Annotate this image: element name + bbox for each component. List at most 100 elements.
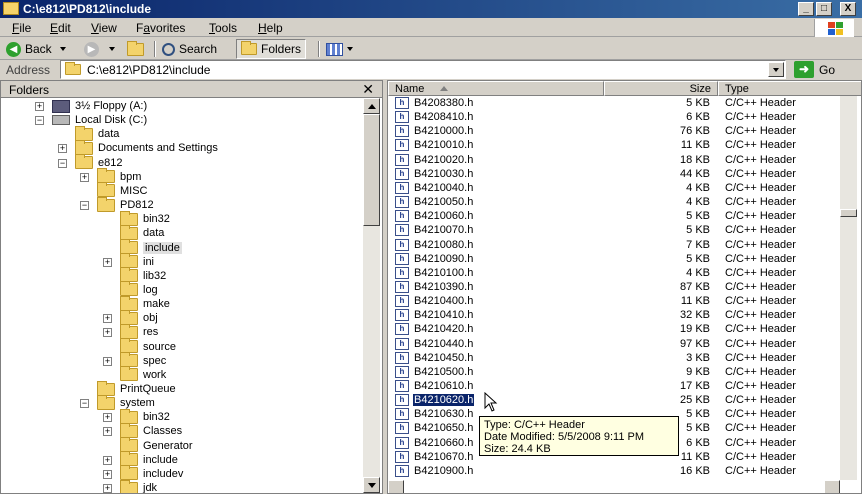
folder-icon xyxy=(120,323,138,339)
expand-button[interactable]: + xyxy=(103,484,112,493)
views-button[interactable] xyxy=(326,39,353,59)
folder-tree-item[interactable]: Local Disk (C:) xyxy=(52,113,147,127)
file-row[interactable]: h B4210420.h 19 KB C/C++ Header xyxy=(388,322,840,336)
expand-button[interactable]: + xyxy=(80,172,89,182)
scroll-left-button[interactable] xyxy=(388,480,404,493)
expand-button[interactable]: + xyxy=(103,257,112,267)
expand-button[interactable]: + xyxy=(103,427,112,437)
file-row[interactable]: h B4210400.h 11 KB C/C++ Header xyxy=(388,294,840,308)
file-list-scrollbar[interactable] xyxy=(840,96,857,480)
file-type: C/C++ Header xyxy=(725,125,796,138)
scroll-down-button[interactable] xyxy=(363,477,380,493)
menu-favorites[interactable]: Favorites xyxy=(136,21,185,35)
folder-tree-item[interactable]: PrintQueue xyxy=(97,380,176,396)
file-row[interactable]: h B4210410.h 32 KB C/C++ Header xyxy=(388,308,840,322)
file-row[interactable]: h B4208380.h 5 KB C/C++ Header xyxy=(388,96,840,110)
expand-button[interactable]: + xyxy=(103,413,112,423)
go-button[interactable]: ➜ Go xyxy=(794,60,835,79)
file-row[interactable]: h B4210070.h 5 KB C/C++ Header xyxy=(388,223,840,237)
collapse-button[interactable]: − xyxy=(35,116,44,126)
file-row[interactable]: h B4210900.h 16 KB C/C++ Header xyxy=(388,464,840,478)
search-button[interactable]: Search xyxy=(162,39,217,59)
back-button[interactable]: ◀ Back xyxy=(6,39,66,59)
file-row[interactable]: h B4210390.h 87 KB C/C++ Header xyxy=(388,280,840,294)
menu-tools[interactable]: Tools xyxy=(209,21,237,35)
file-row[interactable]: h B4210010.h 11 KB C/C++ Header xyxy=(388,138,840,152)
menu-file[interactable]: File xyxy=(12,21,31,35)
folder-tree-label: obj xyxy=(143,312,158,325)
menu-view[interactable]: View xyxy=(91,21,117,35)
folder-tree-label: 3½ Floppy (A:) xyxy=(75,100,148,112)
scroll-thumb[interactable] xyxy=(363,114,380,226)
address-dropdown-button[interactable] xyxy=(768,62,784,77)
file-row[interactable]: h B4208410.h 6 KB C/C++ Header xyxy=(388,110,840,124)
file-size: 5 KB xyxy=(686,252,710,265)
file-row[interactable]: h B4210050.h 4 KB C/C++ Header xyxy=(388,195,840,209)
expand-button[interactable]: + xyxy=(35,102,44,111)
folder-tree-scrollbar[interactable] xyxy=(363,98,380,493)
scroll-thumb[interactable] xyxy=(840,209,857,217)
file-row[interactable]: h B4210090.h 5 KB C/C++ Header xyxy=(388,252,840,266)
sort-ascending-icon xyxy=(440,86,448,91)
expand-button[interactable]: + xyxy=(58,144,67,154)
folder-tree-item[interactable]: jdk xyxy=(120,479,157,493)
forward-button[interactable]: ▶ xyxy=(84,39,115,59)
folder-tree-item[interactable]: 3½ Floppy (A:) xyxy=(52,99,147,113)
file-type: C/C++ Header xyxy=(725,111,796,124)
menu-help[interactable]: Help xyxy=(258,21,283,35)
column-header-size[interactable]: Size xyxy=(604,81,718,96)
expand-button[interactable]: + xyxy=(103,356,112,366)
up-folder-button[interactable] xyxy=(127,39,144,59)
address-value: C:\e812\PD812\include xyxy=(87,63,211,77)
file-row[interactable]: h B4210020.h 18 KB C/C++ Header xyxy=(388,153,840,167)
file-size: 3 KB xyxy=(686,351,710,364)
file-name: B4210650.h xyxy=(414,422,474,435)
collapse-button[interactable]: − xyxy=(80,201,89,211)
file-size: 87 KB xyxy=(680,280,710,293)
maximize-button[interactable]: □ xyxy=(816,2,832,16)
address-input[interactable]: C:\e812\PD812\include xyxy=(60,60,786,79)
file-row[interactable]: h B4210500.h 9 KB C/C++ Header xyxy=(388,365,840,379)
folder-tree-item[interactable]: Documents and Settings xyxy=(75,139,218,155)
folder-tree-item[interactable]: Generator xyxy=(120,437,193,453)
close-icon[interactable]: ✕ xyxy=(362,81,374,98)
file-name: B4210390.h xyxy=(414,280,474,293)
close-button[interactable]: X xyxy=(840,2,856,16)
file-size: 5 KB xyxy=(686,224,710,237)
folders-button[interactable]: Folders xyxy=(236,39,307,59)
expand-button[interactable]: + xyxy=(103,455,112,465)
expand-button[interactable]: + xyxy=(103,328,112,338)
header-file-icon: h xyxy=(395,196,409,209)
file-row[interactable]: h B4210450.h 3 KB C/C++ Header xyxy=(388,351,840,365)
folder-tree-label: work xyxy=(143,368,167,381)
folder-tree-item[interactable]: work xyxy=(120,366,167,382)
header-file-icon: h xyxy=(395,280,409,293)
file-row[interactable]: h B4210060.h 5 KB C/C++ Header xyxy=(388,209,840,223)
file-row[interactable]: h B4210040.h 4 KB C/C++ Header xyxy=(388,181,840,195)
collapse-button[interactable]: − xyxy=(80,399,89,409)
file-row[interactable]: h B4210000.h 76 KB C/C++ Header xyxy=(388,124,840,138)
header-file-icon: h xyxy=(395,436,409,449)
scroll-up-button[interactable] xyxy=(363,98,380,114)
column-header-name[interactable]: Name xyxy=(388,81,604,96)
file-row[interactable]: h B4210620.h 25 KB C/C++ Header xyxy=(388,393,840,408)
scroll-right-button[interactable] xyxy=(824,480,840,493)
folder-icon xyxy=(120,239,138,254)
file-row[interactable]: h B4210440.h 97 KB C/C++ Header xyxy=(388,337,840,351)
collapse-button[interactable]: − xyxy=(58,158,67,168)
file-row[interactable]: h B4210100.h 4 KB C/C++ Header xyxy=(388,266,840,280)
search-label: Search xyxy=(179,42,218,56)
menu-edit[interactable]: Edit xyxy=(50,21,71,35)
minimize-button[interactable]: _ xyxy=(798,2,814,16)
file-row[interactable]: h B4210610.h 17 KB C/C++ Header xyxy=(388,379,840,393)
folders-label: Folders xyxy=(261,42,302,56)
header-file-icon: h xyxy=(395,181,409,194)
expand-button[interactable]: + xyxy=(103,469,112,479)
expand-button[interactable]: + xyxy=(103,314,112,324)
column-header-type[interactable]: Type xyxy=(718,81,861,96)
title-bar[interactable]: C:\e812\PD812\include _ □ X xyxy=(0,0,862,18)
file-list-horizontal-scrollbar[interactable] xyxy=(388,480,840,493)
file-row[interactable]: h B4210080.h 7 KB C/C++ Header xyxy=(388,238,840,252)
file-size: 11 KB xyxy=(680,450,710,463)
file-row[interactable]: h B4210030.h 44 KB C/C++ Header xyxy=(388,167,840,181)
